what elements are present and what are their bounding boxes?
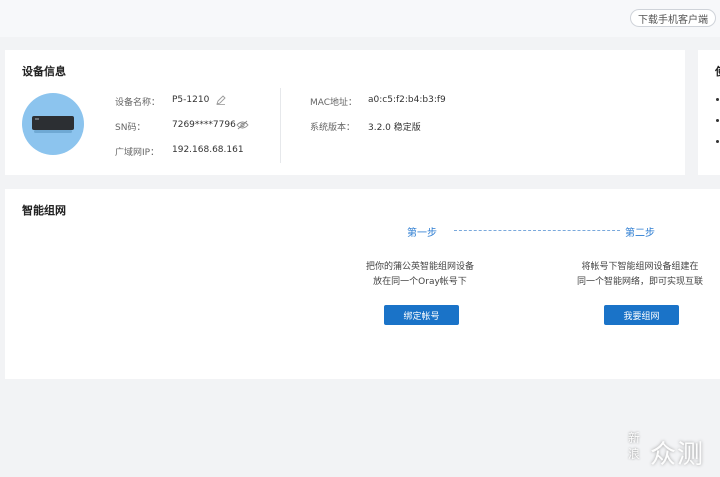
edit-icon[interactable] bbox=[216, 95, 226, 105]
download-app-button[interactable]: 下载手机客户端 bbox=[630, 9, 716, 27]
create-network-button[interactable]: 我要组网 bbox=[604, 305, 679, 325]
smart-network-title: 智能组网 bbox=[22, 204, 66, 217]
watermark-big-text: 众测 bbox=[650, 440, 705, 470]
step1-desc-line2: 放在同一个Oray帐号下 bbox=[373, 277, 467, 287]
version-value: 3.2.0 稳定版 bbox=[368, 123, 421, 133]
mac-label: MAC地址： bbox=[310, 98, 358, 108]
step-connector-line bbox=[454, 230, 620, 231]
step2-description: 将帐号下智能组网设备组建在 同一个智能网络，即可实现互联 bbox=[565, 260, 715, 290]
step2-desc-line2: 同一个智能网络，即可实现互联 bbox=[576, 277, 703, 287]
top-bar: 下载手机客户端 bbox=[0, 0, 720, 37]
step1-label: 第一步 bbox=[407, 228, 437, 239]
smart-network-card: 智能组网 第一步 第二步 把你的蒲公英智能组网设备 放在同一个Oray帐号下 绑… bbox=[5, 189, 720, 379]
device-avatar bbox=[22, 93, 84, 155]
device-name-label: 设备名称： bbox=[115, 98, 161, 108]
vertical-divider bbox=[280, 88, 281, 163]
side-card: 使 bbox=[698, 50, 720, 175]
watermark-small-text: 新浪 bbox=[628, 431, 641, 461]
wan-ip-label: 广域网IP： bbox=[115, 148, 160, 158]
sn-label: SN码： bbox=[115, 123, 146, 133]
step2-desc-line1: 将帐号下智能组网设备组建在 bbox=[581, 262, 699, 272]
wan-ip-value: 192.168.68.161 bbox=[172, 145, 244, 155]
side-bullet bbox=[716, 98, 719, 101]
device-info-card: 设备信息 设备名称： P5-1210 SN码： 7269****7796 广域网… bbox=[5, 50, 685, 175]
eye-hidden-icon[interactable] bbox=[236, 120, 249, 130]
version-label: 系统版本： bbox=[310, 123, 356, 133]
side-bullet bbox=[716, 140, 719, 143]
bind-account-button[interactable]: 绑定帐号 bbox=[384, 305, 459, 325]
side-bullet bbox=[716, 119, 719, 122]
step1-desc-line1: 把你的蒲公英智能组网设备 bbox=[365, 262, 474, 272]
sn-value: 7269****7796 bbox=[172, 120, 236, 130]
mac-value: a0:c5:f2:b4:b3:f9 bbox=[368, 95, 446, 105]
device-shadow bbox=[34, 130, 72, 133]
step2-label: 第二步 bbox=[625, 228, 655, 239]
device-info-title: 设备信息 bbox=[22, 65, 66, 78]
step1-description: 把你的蒲公英智能组网设备 放在同一个Oray帐号下 bbox=[345, 260, 495, 290]
router-device-icon bbox=[32, 116, 74, 130]
watermark: 新浪 众测 bbox=[628, 430, 716, 470]
side-card-title: 使 bbox=[715, 63, 720, 79]
device-name-value: P5-1210 bbox=[172, 95, 210, 105]
